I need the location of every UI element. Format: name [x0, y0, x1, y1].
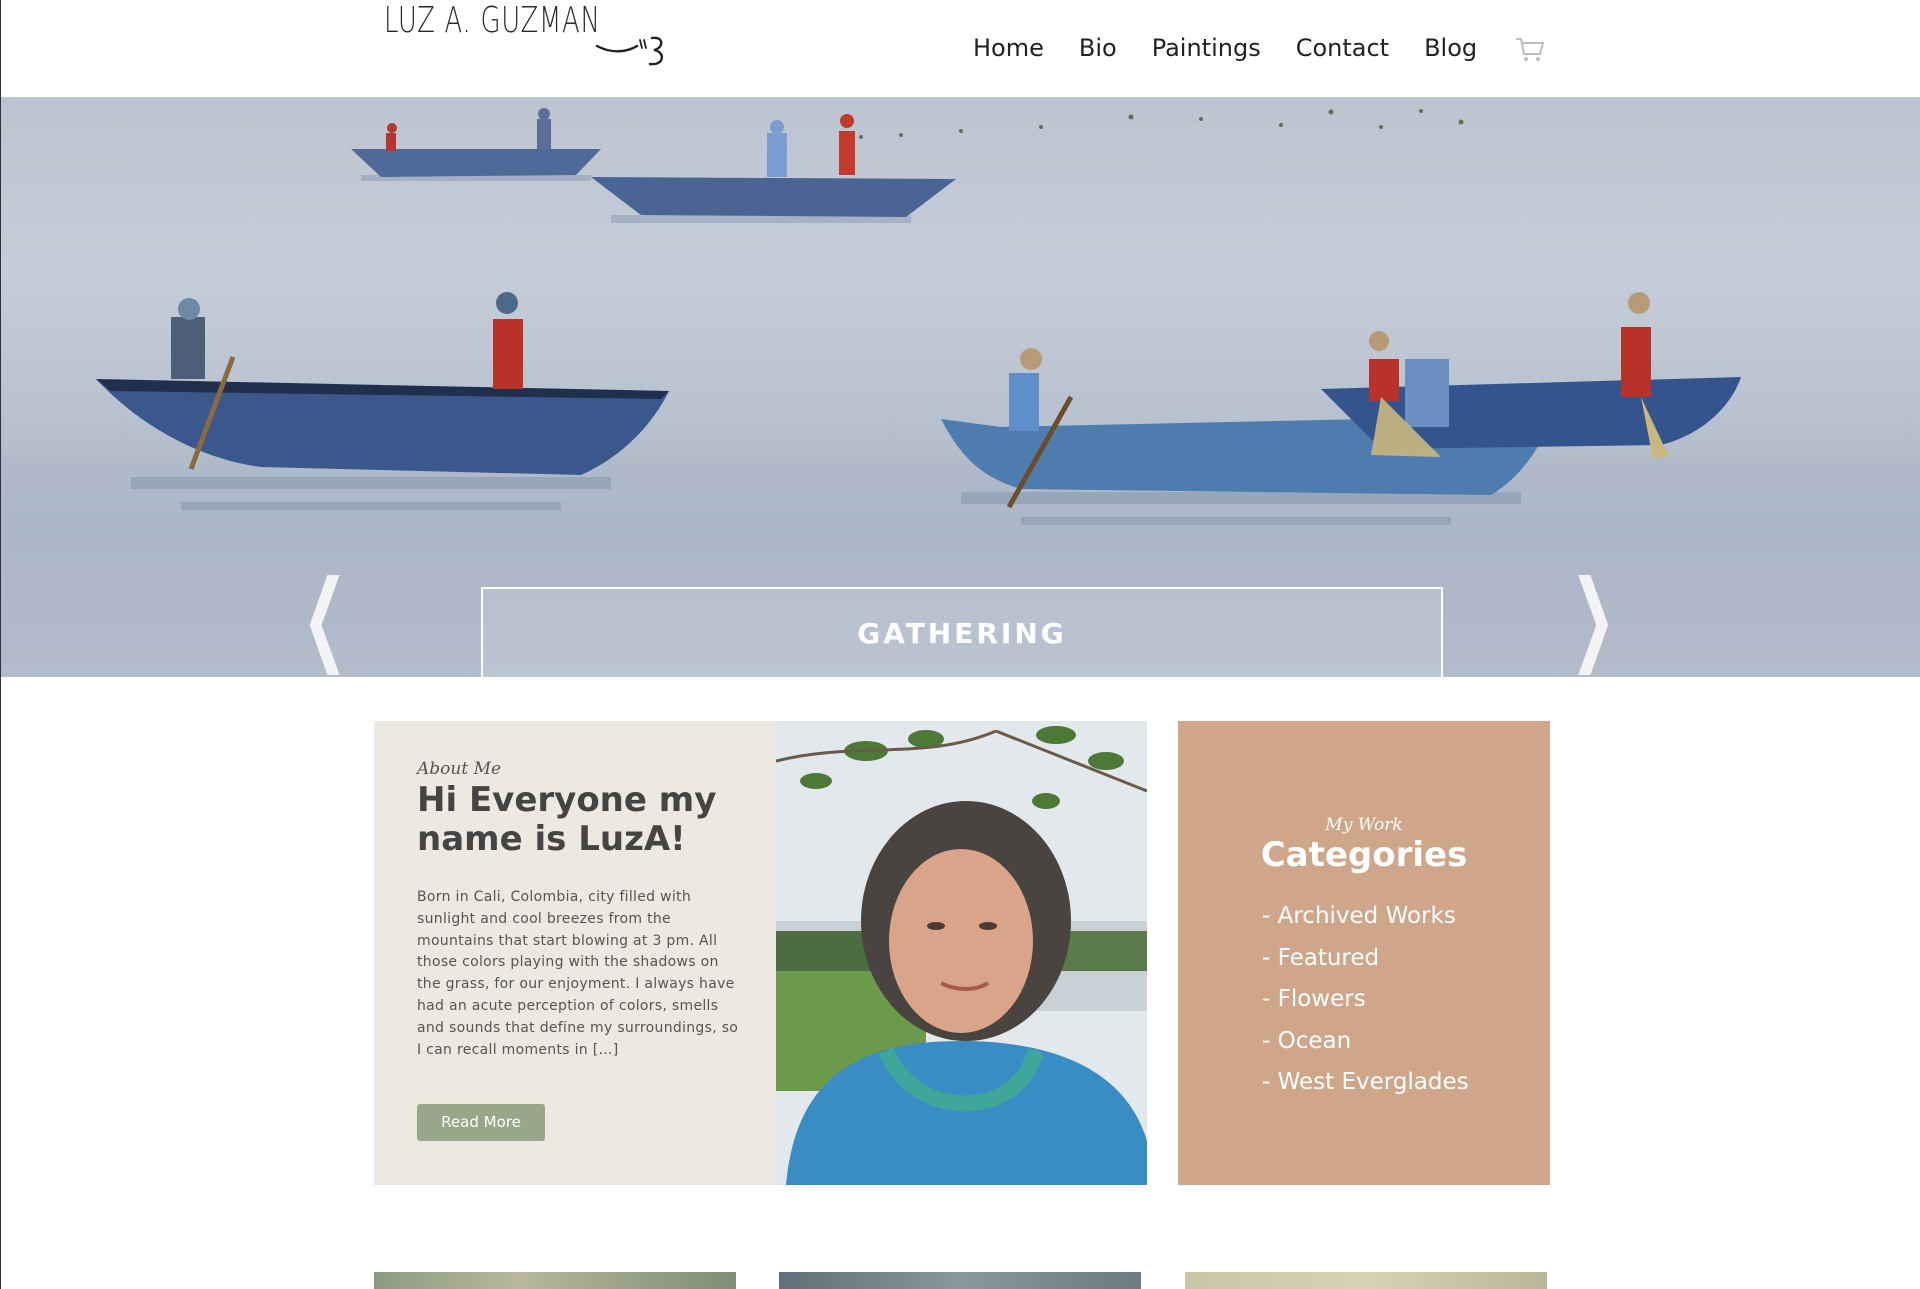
chevron-left-icon: ❮ — [301, 558, 348, 675]
category-archived-works[interactable]: - Archived Works — [1262, 903, 1469, 945]
nav-bio[interactable]: Bio — [1079, 34, 1117, 62]
painting-thumbnail[interactable] — [374, 1272, 736, 1289]
nav-contact[interactable]: Contact — [1296, 34, 1389, 62]
artist-portrait — [776, 721, 1147, 1185]
category-featured[interactable]: - Featured — [1262, 945, 1469, 987]
hero-slider: ❮ ❯ GATHERING — [0, 97, 1920, 677]
page-left-border — [0, 677, 1, 1289]
read-more-button[interactable]: Read More — [417, 1104, 545, 1141]
nav-paintings[interactable]: Paintings — [1152, 34, 1261, 62]
nav-home[interactable]: Home — [973, 34, 1044, 62]
about-body: Born in Cali, Colombia, city filled with… — [417, 889, 739, 1058]
category-flowers[interactable]: - Flowers — [1262, 986, 1469, 1028]
categories-title: Categories — [1260, 835, 1468, 875]
main-nav: Home Bio Paintings Contact Blog — [973, 32, 1545, 64]
painting-thumbnail[interactable] — [1185, 1272, 1547, 1289]
categories-card: My Work Categories - Archived Works - Fe… — [1178, 721, 1550, 1185]
categories-list: - Archived Works - Featured - Flowers - … — [1262, 903, 1469, 1111]
category-ocean[interactable]: - Ocean — [1262, 1028, 1469, 1070]
slide-caption[interactable]: GATHERING — [481, 587, 1443, 677]
about-title: Hi Everyone my name is LuzA! — [417, 780, 717, 859]
slider-prev-button[interactable]: ❮ — [302, 567, 348, 667]
about-kicker: About Me — [417, 759, 502, 779]
category-west-everglades[interactable]: - West Everglades — [1262, 1069, 1469, 1111]
portrait-image — [776, 721, 1147, 1185]
logo-text: LUZ A. GUZMAN — [384, 0, 601, 41]
categories-kicker: My Work — [1325, 815, 1403, 835]
about-card: About Me Hi Everyone my name is LuzA! Bo… — [374, 721, 776, 1185]
chevron-right-icon: ❯ — [1569, 558, 1616, 675]
slide-caption-text: GATHERING — [857, 617, 1067, 650]
site-logo[interactable]: LUZ A. GUZMAN — [384, 0, 684, 80]
signature-mark — [595, 36, 663, 66]
slider-next-button[interactable]: ❯ — [1570, 567, 1616, 667]
site-header: LUZ A. GUZMAN Home Bio Paintings Contact… — [0, 0, 1920, 97]
nav-blog[interactable]: Blog — [1424, 34, 1477, 62]
shopping-cart-icon[interactable] — [1515, 36, 1545, 64]
painting-thumbnail[interactable] — [779, 1272, 1141, 1289]
